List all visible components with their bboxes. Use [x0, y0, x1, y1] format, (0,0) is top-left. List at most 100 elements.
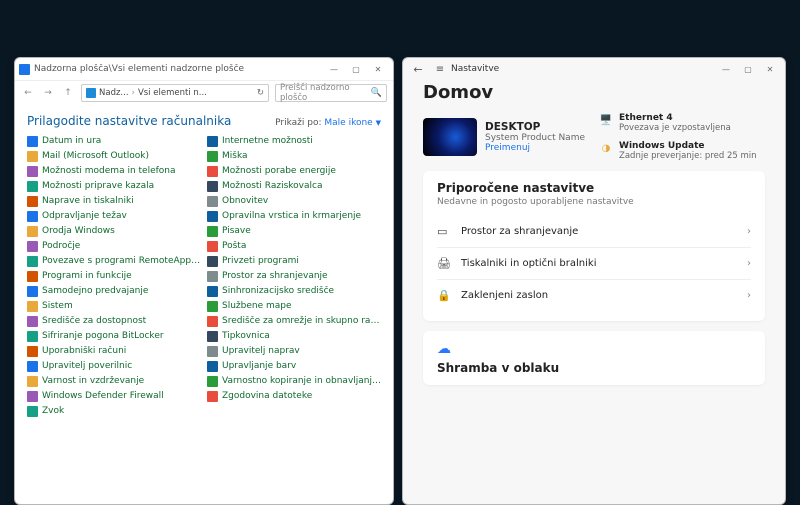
applet-label: Internetne možnosti	[222, 136, 313, 146]
storage-icon: ▭	[437, 225, 451, 238]
window-controls: — ▢ ✕	[715, 61, 781, 77]
control-panel-item[interactable]: Možnosti porabe energije	[207, 164, 381, 178]
device-product: System Product Name	[485, 133, 585, 143]
applet-icon	[207, 316, 218, 327]
applet-label: Šifriranje pogona BitLocker	[42, 331, 164, 341]
back-button[interactable]: ←	[407, 63, 429, 76]
cloud-storage-card[interactable]: ☁ Shramba v oblaku	[423, 331, 765, 385]
ethernet-text: Ethernet 4 Povezava je vzpostavljena	[619, 113, 731, 133]
control-panel-item[interactable]: Pisave	[207, 224, 381, 238]
menu-icon[interactable]: ≡	[429, 64, 451, 75]
applet-label: Službene mape	[222, 301, 292, 311]
control-panel-item[interactable]: Obnovitev	[207, 194, 381, 208]
control-panel-item[interactable]: Službene mape	[207, 299, 381, 313]
control-panel-item[interactable]: Možnosti Raziskovalca	[207, 179, 381, 193]
control-panel-item[interactable]: Možnosti modema in telefona	[27, 164, 201, 178]
status-column: 🖥️ Ethernet 4 Povezava je vzpostavljena …	[599, 113, 757, 161]
home-heading: Domov	[423, 82, 765, 103]
view-by-control[interactable]: Prikaži po: Male ikone ▼	[275, 118, 381, 128]
control-panel-item[interactable]: Varnost in vzdrževanje	[27, 374, 201, 388]
address-bar[interactable]: Nadz... › Vsi elementi n... ↻	[81, 84, 269, 102]
control-panel-item[interactable]: Središče za omrežje in skupno rabo	[207, 314, 381, 328]
control-panel-item[interactable]: Možnosti priprave kazala	[27, 179, 201, 193]
control-panel-titlebar[interactable]: Nadzorna plošča\Vsi elementi nadzorne pl…	[15, 58, 393, 80]
applet-icon	[27, 331, 38, 342]
breadcrumb-item[interactable]: Nadz...	[99, 88, 129, 98]
breadcrumb-item[interactable]: Vsi elementi n...	[138, 88, 207, 98]
ethernet-status-item[interactable]: 🖥️ Ethernet 4 Povezava je vzpostavljena	[599, 113, 757, 133]
control-panel-item[interactable]: Povezave s programi RemoteApp in …	[27, 254, 201, 268]
control-panel-item[interactable]: Datum in ura	[27, 134, 201, 148]
close-button[interactable]: ✕	[759, 61, 781, 77]
control-panel-item[interactable]: Upravitelj poverilnic	[27, 359, 201, 373]
rename-link[interactable]: Preimenuj	[485, 143, 585, 153]
control-panel-item[interactable]: Šifriranje pogona BitLocker	[27, 329, 201, 343]
device-card[interactable]: DESKTOP System Product Name Preimenuj	[423, 113, 585, 161]
control-panel-item[interactable]: Sistem	[27, 299, 201, 313]
up-arrow-icon[interactable]: ↑	[61, 86, 75, 100]
applet-icon	[27, 316, 38, 327]
control-panel-item[interactable]: Središče za dostopnost	[27, 314, 201, 328]
control-panel-item[interactable]: Tipkovnica	[207, 329, 381, 343]
forward-arrow-icon[interactable]: →	[41, 86, 55, 100]
control-panel-item[interactable]: Varnostno kopiranje in obnavljanje…	[207, 374, 381, 388]
page-title: Prilagodite nastavitve računalnika	[27, 114, 275, 128]
recommended-item[interactable]: 🖨Tiskalniki in optični bralniki›	[437, 247, 751, 279]
control-panel-item[interactable]: Orodja Windows	[27, 224, 201, 238]
control-panel-item[interactable]: Sinhronizacijsko središče	[207, 284, 381, 298]
applet-label: Povezave s programi RemoteApp in …	[42, 256, 201, 266]
control-panel-item[interactable]: Privzeti programi	[207, 254, 381, 268]
control-panel-item[interactable]: Zvok	[27, 404, 201, 418]
control-panel-item[interactable]: Področje	[27, 239, 201, 253]
control-panel-item[interactable]: Mail (Microsoft Outlook)	[27, 149, 201, 163]
maximize-button[interactable]: ▢	[737, 61, 759, 77]
control-panel-item[interactable]: Programi in funkcije	[27, 269, 201, 283]
applet-label: Programi in funkcije	[42, 271, 132, 281]
applet-label: Pisave	[222, 226, 251, 236]
control-panel-item[interactable]: Samodejno predvajanje	[27, 284, 201, 298]
chevron-right-icon: ›	[747, 258, 751, 269]
control-panel-item[interactable]: Naprave in tiskalniki	[27, 194, 201, 208]
control-panel-items-grid: Datum in ura Internetne možnosti Mail (Mic…	[27, 134, 381, 498]
control-panel-item[interactable]: Pošta	[207, 239, 381, 253]
windows-update-icon: ◑	[599, 141, 613, 155]
control-panel-item[interactable]: Odpravljanje težav	[27, 209, 201, 223]
settings-titlebar[interactable]: ← ≡ Nastavitve — ▢ ✕	[403, 58, 785, 80]
applet-icon	[207, 331, 218, 342]
maximize-button[interactable]: ▢	[345, 61, 367, 77]
control-panel-item[interactable]: Prostor za shranjevanje	[207, 269, 381, 283]
hero-row: DESKTOP System Product Name Preimenuj 🖥️…	[423, 113, 765, 161]
minimize-button[interactable]: —	[323, 61, 345, 77]
minimize-button[interactable]: —	[715, 61, 737, 77]
applet-label: Tipkovnica	[222, 331, 270, 341]
control-panel-item[interactable]: Zgodovina datoteke	[207, 389, 381, 403]
refresh-icon[interactable]: ↻	[257, 88, 264, 98]
applet-label: Možnosti modema in telefona	[42, 166, 176, 176]
applet-icon	[27, 346, 38, 357]
control-panel-item[interactable]: Miška	[207, 149, 381, 163]
recommended-item[interactable]: ▭Prostor za shranjevanje›	[437, 215, 751, 247]
applet-icon	[207, 391, 218, 402]
control-panel-item[interactable]: Upravitelj naprav	[207, 344, 381, 358]
applet-label: Možnosti porabe energije	[222, 166, 336, 176]
recommended-item[interactable]: 🔒Zaklenjeni zaslon›	[437, 279, 751, 311]
applet-icon	[207, 151, 218, 162]
control-panel-item[interactable]: Windows Defender Firewall	[27, 389, 201, 403]
control-panel-item[interactable]: Opravilna vrstica in krmarjenje	[207, 209, 381, 223]
applet-label: Zvok	[42, 406, 64, 416]
close-button[interactable]: ✕	[367, 61, 389, 77]
settings-window: ← ≡ Nastavitve — ▢ ✕ Domov DESKTOP Syste…	[402, 57, 786, 505]
control-panel-item[interactable]: Upravljanje barv	[207, 359, 381, 373]
search-input[interactable]: Preišči nadzorno ploščo 🔍	[275, 84, 387, 102]
window-caption: Nadzorna plošča\Vsi elementi nadzorne pl…	[34, 64, 323, 74]
back-arrow-icon[interactable]: ←	[21, 86, 35, 100]
control-panel-content: Prilagodite nastavitve računalnika Prika…	[15, 104, 393, 504]
navigation-toolbar: ← → ↑ Nadz... › Vsi elementi n... ↻ Prei…	[15, 80, 393, 104]
control-panel-item[interactable]: Uporabniški računi	[27, 344, 201, 358]
update-status-item[interactable]: ◑ Windows Update Zadnje preverjanje: pre…	[599, 141, 757, 161]
ethernet-title: Ethernet 4	[619, 113, 731, 123]
applet-icon	[27, 406, 38, 417]
control-panel-item[interactable]: Internetne možnosti	[207, 134, 381, 148]
applet-label: Zgodovina datoteke	[222, 391, 312, 401]
recommended-subtitle: Nedavne in pogosto uporabljene nastavitv…	[437, 197, 751, 207]
